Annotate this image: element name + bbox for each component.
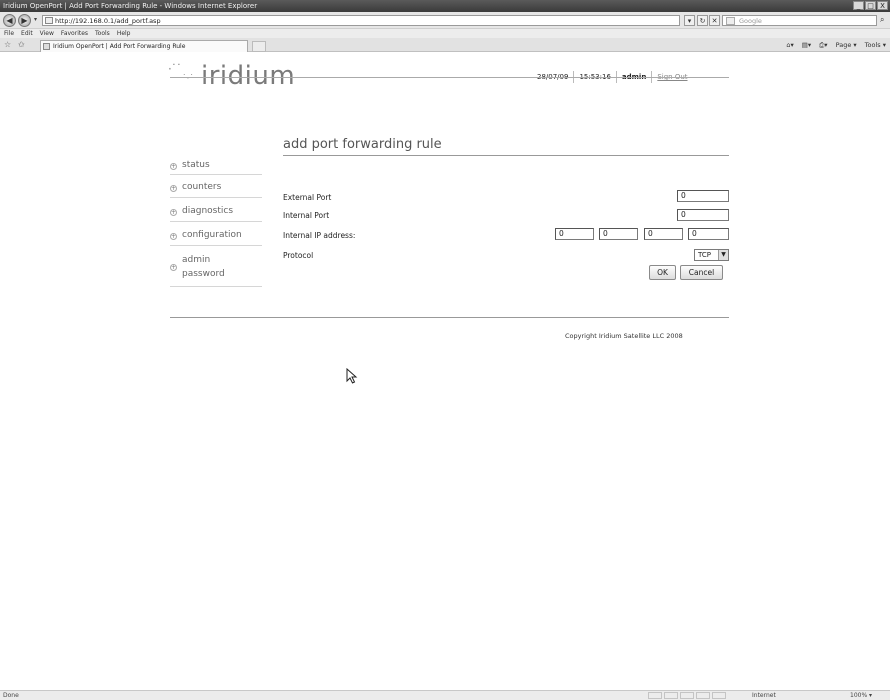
mouse-cursor-icon <box>346 368 358 384</box>
chevron-down-icon: ▼ <box>718 250 728 260</box>
expand-plus-icon: + <box>170 233 177 240</box>
status-pane <box>648 692 662 699</box>
sidebar-item-configuration[interactable]: + configuration <box>170 223 262 246</box>
page-menu[interactable]: Page ▾ <box>836 40 857 51</box>
protocol-label: Protocol <box>283 251 314 260</box>
logo-text: iridium <box>201 61 296 91</box>
sidebar-item-status[interactable]: + status <box>170 155 262 175</box>
ip-octet-2-input[interactable]: 0 <box>599 228 638 240</box>
sidebar-item-diagnostics[interactable]: + diagnostics <box>170 199 262 222</box>
tools-menu[interactable]: Tools ▾ <box>865 40 886 51</box>
external-port-label: External Port <box>283 193 332 202</box>
minimize-button[interactable]: _ <box>853 1 864 10</box>
menu-help[interactable]: Help <box>117 29 131 38</box>
menu-favorites[interactable]: Favorites <box>61 29 88 38</box>
status-pane <box>664 692 678 699</box>
menu-view[interactable]: View <box>40 29 54 38</box>
status-pane <box>712 692 726 699</box>
tab-current[interactable]: Iridium OpenPort | Add Port Forwarding R… <box>40 40 248 52</box>
address-text: http://192.168.0.1/add_portf.asp <box>55 17 161 25</box>
sidebar-item-label: status <box>182 160 210 170</box>
ip-octet-1-input[interactable]: 0 <box>555 228 594 240</box>
stop-button[interactable]: ✕ <box>709 15 720 26</box>
sidebar-item-label: configuration <box>182 230 242 240</box>
page-content: ·˙˙ ˙·˙ iridium 28/07/09 15:53:16 admin … <box>0 52 890 690</box>
status-bar: Done Internet 100% ▾ <box>0 690 890 700</box>
status-pane <box>696 692 710 699</box>
expand-plus-icon: + <box>170 185 177 192</box>
title-divider <box>283 155 729 156</box>
history-dropdown-icon[interactable]: ▾ <box>34 16 37 23</box>
page-icon <box>45 17 53 24</box>
internal-port-label: Internal Port <box>283 211 330 220</box>
window-title: Iridium OpenPort | Add Port Forwarding R… <box>3 2 258 10</box>
security-zone[interactable]: Internet <box>752 691 776 700</box>
expand-plus-icon: + <box>170 163 177 170</box>
address-dropdown-button[interactable]: ▾ <box>684 15 695 26</box>
address-toolbar: ◀ ▶ ▾ http://192.168.0.1/add_portf.asp ▾… <box>0 12 890 29</box>
print-icon[interactable]: ⎙▾ <box>819 40 827 51</box>
command-bar: ⌂▾ ▤▾ ⎙▾ Page ▾ Tools ▾ <box>786 40 886 51</box>
internal-ip-label: Internal IP address: <box>283 231 356 240</box>
sidebar-item-label: counters <box>182 182 222 192</box>
sidebar-item-admin-password[interactable]: + admin password <box>170 247 262 287</box>
search-input[interactable]: Google <box>722 15 877 26</box>
tab-page-icon <box>43 43 50 50</box>
status-text: Done <box>3 692 19 699</box>
ok-button[interactable]: OK <box>649 265 676 280</box>
feeds-icon[interactable]: ▤▾ <box>802 40 811 51</box>
protocol-select[interactable]: TCP ▼ <box>694 249 729 261</box>
search-placeholder: Google <box>739 17 762 25</box>
search-provider-icon <box>726 17 735 25</box>
sidebar-item-label: diagnostics <box>182 206 234 216</box>
header-divider <box>170 77 729 78</box>
favorites-star-icon[interactable]: ☆ <box>4 40 11 49</box>
browser-window: Iridium OpenPort | Add Port Forwarding R… <box>0 0 890 700</box>
footer-divider <box>170 317 729 318</box>
cancel-button[interactable]: Cancel <box>680 265 723 280</box>
back-button[interactable]: ◀ <box>3 14 16 27</box>
zoom-level[interactable]: 100% ▾ <box>850 691 872 700</box>
window-controls: _ □ X <box>853 1 888 11</box>
menu-tools[interactable]: Tools <box>95 29 110 38</box>
forward-button[interactable]: ▶ <box>18 14 31 27</box>
maximize-button[interactable]: □ <box>865 1 876 10</box>
external-port-input[interactable]: 0 <box>677 190 729 202</box>
page-title: add port forwarding rule <box>283 137 442 152</box>
new-tab-button[interactable] <box>252 41 266 52</box>
window-titlebar: Iridium OpenPort | Add Port Forwarding R… <box>0 0 890 12</box>
expand-plus-icon: + <box>170 209 177 216</box>
sidebar-item-counters[interactable]: + counters <box>170 176 262 198</box>
close-button[interactable]: X <box>877 1 888 10</box>
menu-edit[interactable]: Edit <box>21 29 33 38</box>
ip-octet-3-input[interactable]: 0 <box>644 228 683 240</box>
refresh-button[interactable]: ↻ <box>697 15 708 26</box>
status-panes <box>648 692 726 699</box>
ip-octet-4-input[interactable]: 0 <box>688 228 729 240</box>
status-pane <box>680 692 694 699</box>
logo-dots-icon: ·˙˙ <box>168 62 182 76</box>
add-favorites-icon[interactable]: ✩ <box>18 40 25 49</box>
menu-file[interactable]: File <box>4 29 14 38</box>
expand-plus-icon: + <box>170 264 177 271</box>
search-icon[interactable]: ⌕ <box>880 15 889 26</box>
internal-port-input[interactable]: 0 <box>677 209 729 221</box>
tab-bar: ☆ ✩ Iridium OpenPort | Add Port Forwardi… <box>0 38 890 52</box>
address-bar[interactable]: http://192.168.0.1/add_portf.asp <box>42 15 680 26</box>
menu-bar: File Edit View Favorites Tools Help <box>0 29 890 38</box>
copyright-text: Copyright Iridium Satellite LLC 2008 <box>565 332 683 340</box>
tab-title: Iridium OpenPort | Add Port Forwarding R… <box>53 43 186 50</box>
protocol-selected-value: TCP <box>698 251 711 259</box>
home-icon[interactable]: ⌂▾ <box>786 40 793 51</box>
sidebar-item-label: admin password <box>182 255 225 279</box>
